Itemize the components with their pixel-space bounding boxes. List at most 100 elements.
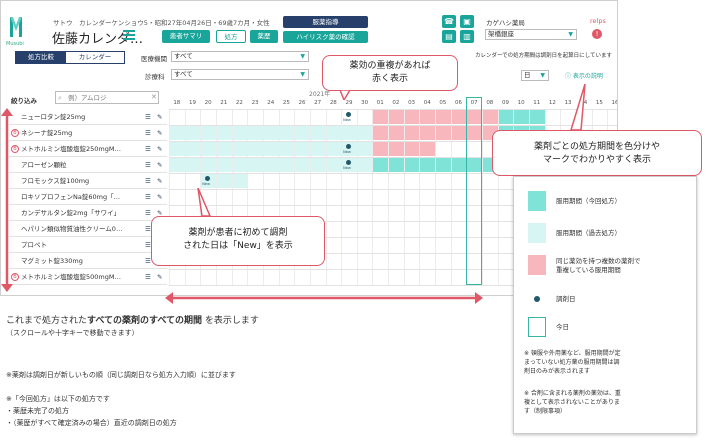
grid-line (388, 109, 390, 285)
logo-text: Musubi (6, 41, 24, 47)
legend-note: す（制限事項） (524, 408, 567, 415)
new-label: New (343, 150, 351, 154)
edit-icon[interactable]: ✎ (157, 189, 162, 205)
drug-row[interactable]: カンデサルタン錠2mg「サワイ」 ☰ ✎ (9, 205, 167, 221)
clear-icon[interactable]: ✕ (151, 93, 157, 101)
legend-label: 今日 (556, 323, 569, 331)
callout-pointer (197, 188, 212, 217)
edit-icon[interactable]: ✎ (157, 141, 162, 157)
print-icon[interactable]: ▣ (460, 15, 474, 28)
period-bar (372, 126, 420, 140)
current-head-note: ※「今回処方」は以下の処方です (6, 395, 110, 403)
edit-icon[interactable]: ✎ (157, 125, 162, 141)
grid-line (435, 109, 437, 285)
legend-note: まっていない処方薬の服用期間は調 (524, 359, 620, 366)
tab-history[interactable]: 薬歴 (250, 30, 278, 43)
list-icon[interactable]: ☰ (145, 189, 151, 205)
grid-line (325, 109, 327, 285)
list-icon[interactable]: ☰ (145, 157, 151, 173)
chevron-down-icon: ▼ (540, 72, 545, 79)
document-icon[interactable]: ▥ (460, 30, 474, 43)
new-callout: 薬剤が患者に初めて調剤 された日は「New」を表示 (151, 216, 325, 266)
tab-prescription-compare[interactable]: 処方比較 (16, 52, 66, 63)
relps-logo: relps (590, 17, 606, 25)
pharmacy-name: カゲハシ薬局 (486, 19, 525, 27)
horizontal-scroll-arrow-icon (165, 292, 483, 304)
list-icon[interactable]: ☰ (145, 173, 151, 189)
legend-note: ※ 合剤に含まれる薬剤の薬効は、重 (524, 390, 621, 397)
drug-name: ロキソプロフェンNa錠60mg「… (21, 193, 121, 201)
today-column (466, 97, 482, 285)
grid-line (419, 109, 421, 285)
drug-row[interactable]: フロモックス錠100mg ☰ ✎ (9, 173, 167, 189)
institution-select[interactable]: すべて ▼ (171, 51, 309, 62)
legend-note: 剤日のみが表示されます (524, 368, 591, 375)
legend-label: 調剤日 (556, 295, 576, 303)
callout-pointer (569, 84, 586, 131)
unit-select[interactable]: 日 ▼ (521, 70, 549, 81)
department-select[interactable]: すべて ▼ (171, 69, 309, 80)
legend-label: 服用期間（今回処方） (556, 197, 621, 205)
grid-line (356, 109, 358, 285)
grid-line (482, 109, 483, 285)
legend-swatch (528, 255, 546, 275)
department-label: 診療科 (145, 73, 165, 81)
tab-prescription[interactable]: 処方 (216, 30, 246, 43)
pharmacy-select[interactable]: 架橋銀座 ▼ (485, 29, 577, 40)
legend-swatch (528, 289, 546, 309)
drug-row[interactable]: ニューロタン錠25mg ☰ ✎ (9, 109, 167, 125)
list-icon[interactable]: ☰ (145, 125, 151, 141)
edit-icon[interactable]: ✎ (157, 157, 162, 173)
drug-name: マグミット錠330mg (21, 257, 83, 265)
drug-row[interactable]: ロキソプロフェンNa錠60mg「… ☰ ✎ (9, 189, 167, 205)
narrow-input[interactable] (55, 91, 159, 104)
current-note-2: ・（薬歴がすべて確定済みの場合）直近の調剤日の処方 (6, 419, 177, 427)
alert-icon[interactable]: ! (592, 29, 602, 39)
legend-swatch (528, 317, 546, 337)
edit-icon[interactable]: ✎ (157, 269, 162, 285)
edit-icon[interactable]: ✎ (157, 109, 162, 125)
drug-row[interactable]: B メトホルミン塩酸塩錠500mgM… ☰ ✎ (9, 269, 167, 285)
drug-row[interactable]: B ネシーナ錠25mg ☰ ✎ (9, 125, 167, 141)
period-bar (372, 110, 420, 124)
drug-row[interactable]: プロペト☰✎ (9, 237, 167, 253)
drug-name: アローゼン顆粒 (21, 161, 67, 169)
period-note: カレンダーでの処方期間は調剤日を起算日にしています (475, 53, 613, 59)
institution-label: 医療機関 (141, 55, 167, 63)
legend-label: 同じ薬効を持つ複数の薬剤で (556, 257, 641, 265)
vertical-scroll-arrow-icon (1, 108, 13, 292)
dispense-dot[interactable] (346, 112, 352, 117)
drug-row[interactable]: B メトホルミン塩酸塩錠250mgM… ☰ ✎ (9, 141, 167, 157)
drug-row[interactable]: マグミット錠330mg☰✎ (9, 253, 167, 269)
list-icon[interactable]: ☰ (145, 109, 151, 125)
list-icon[interactable]: ☰ (145, 221, 151, 237)
drug-row[interactable]: アローゼン顆粒 ☰ ✎ (9, 157, 167, 173)
list-icon[interactable]: ☰ (145, 253, 151, 269)
patient-summary-button[interactable]: 患者サマリ (162, 30, 210, 43)
drug-row[interactable]: ヘパリン類似物質油性クリーム0…☰✎ (9, 221, 167, 237)
list-icon[interactable]: ☰ (145, 205, 151, 221)
tab-calendar[interactable]: カレンダー (66, 52, 124, 63)
list-icon[interactable]: ☰ (145, 141, 151, 157)
highrisk-button[interactable]: ハイリスク薬の確認 (283, 31, 368, 43)
grid-line (403, 109, 405, 285)
list-icon[interactable]: ☰ (145, 237, 151, 253)
phone-icon[interactable]: ☎ (442, 15, 456, 28)
chevron-down-icon: ▼ (300, 71, 305, 78)
current-note-1: ・薬歴未完了の処方 (6, 407, 69, 415)
legend-note: 複として表示されないことがありま (524, 399, 620, 406)
legend-note: ※ 頓服や外用薬など、服用期間が定 (524, 350, 621, 357)
drug-name: メトホルミン塩酸塩錠250mgM… (21, 145, 121, 153)
legend-link[interactable]: ⓘ 表示の説明 (565, 71, 603, 80)
period-bar (372, 142, 420, 156)
drug-name: メトホルミン塩酸塩錠500mgM… (21, 273, 121, 281)
all-periods-note: これまで処方されたすべての薬剤のすべての期間 を表示します (6, 316, 259, 326)
guidance-button[interactable]: 服薬指導 (283, 16, 368, 28)
grid-line (372, 109, 374, 285)
list-icon[interactable] (123, 30, 135, 40)
edit-icon[interactable]: ✎ (157, 173, 162, 189)
list-icon[interactable]: ☰ (145, 269, 151, 285)
period-bar (497, 110, 545, 124)
calendar-icon[interactable]: ▤ (442, 30, 456, 43)
search-icon: ⌕ (58, 94, 62, 102)
